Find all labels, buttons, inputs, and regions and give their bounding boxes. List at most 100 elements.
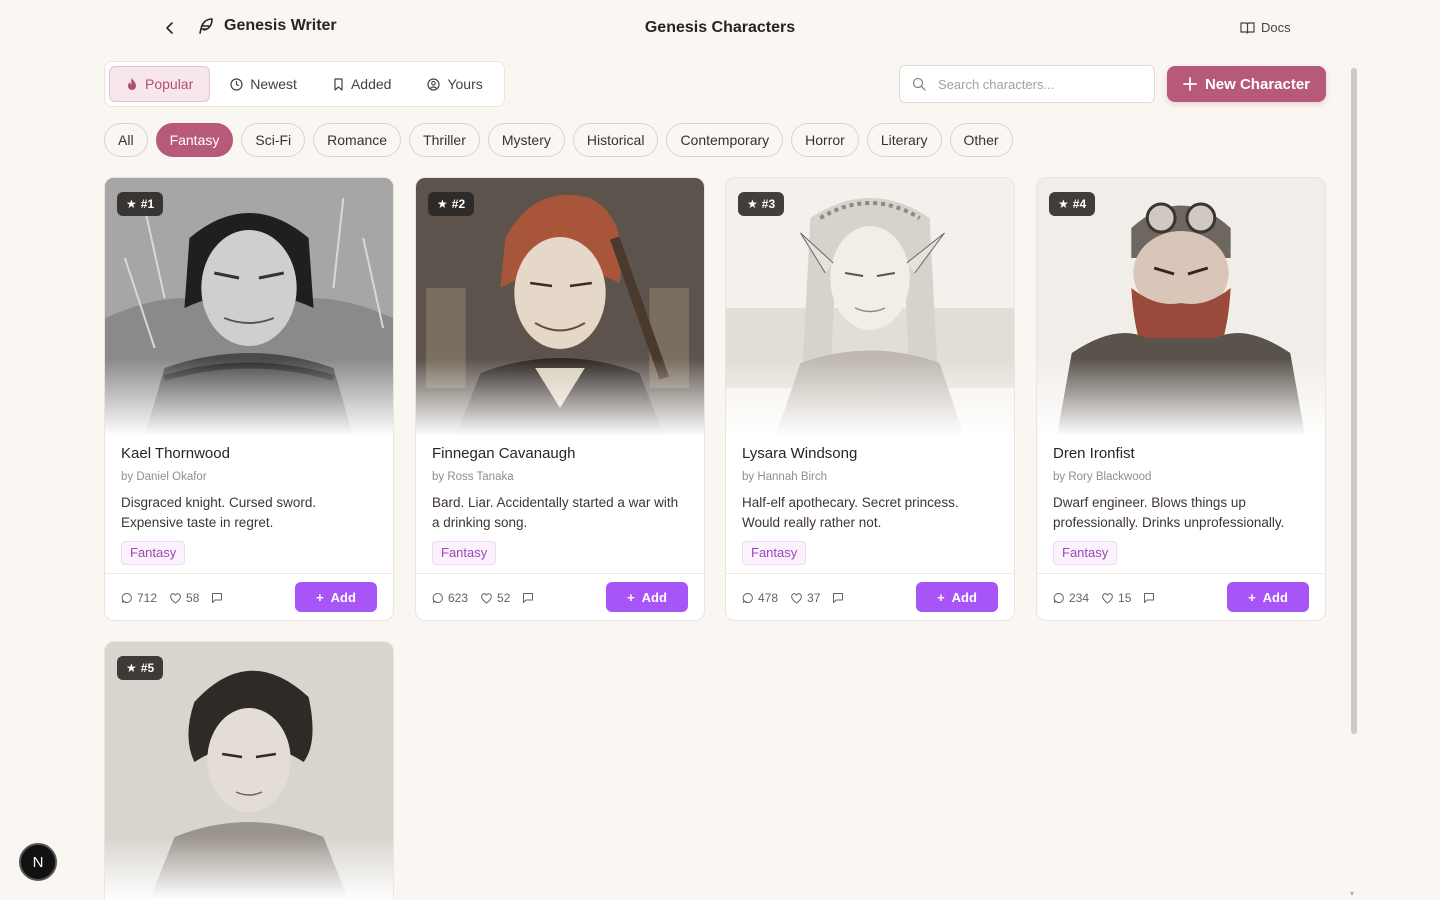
user-circle-icon <box>427 77 441 91</box>
character-card[interactable]: ★ #5 <box>104 641 394 900</box>
tab-popular[interactable]: Popular <box>109 66 211 102</box>
card-body: Dren Ironfist by Rory Blackwood Dwarf en… <box>1037 436 1325 573</box>
next-dev-tools-button[interactable]: N <box>19 843 57 881</box>
plus-icon: + <box>627 589 635 605</box>
search-input[interactable] <box>938 76 1128 92</box>
portrait-image <box>105 642 393 900</box>
rank-badge: ★ #1 <box>117 192 164 216</box>
tab-newest[interactable]: Newest <box>214 66 313 102</box>
comment-count: 234 <box>1053 591 1089 605</box>
character-author: by Rory Blackwood <box>1053 471 1152 483</box>
star-icon: ★ <box>126 197 137 211</box>
docs-label: Docs <box>1261 20 1291 35</box>
add-button[interactable]: + Add <box>606 582 688 612</box>
plus-icon <box>1183 77 1197 91</box>
genre-chip-sci-fi[interactable]: Sci-Fi <box>241 123 306 157</box>
star-icon: ★ <box>126 661 137 675</box>
chat-button[interactable] <box>832 592 844 604</box>
character-portrait: ★ #2 <box>416 178 704 436</box>
search-box[interactable] <box>899 65 1155 103</box>
like-count-label: 37 <box>807 590 821 605</box>
rank-label: #5 <box>140 661 155 675</box>
genre-chip-mystery[interactable]: Mystery <box>487 123 565 157</box>
genre-chip-thriller[interactable]: Thriller <box>409 123 480 157</box>
add-button-label: Add <box>330 589 356 605</box>
docs-link[interactable]: Docs <box>1240 20 1291 35</box>
add-button[interactable]: + Add <box>1227 582 1309 612</box>
tab-yours[interactable]: Yours <box>411 66 498 102</box>
portrait-image <box>1037 178 1325 436</box>
character-card[interactable]: ★ #1 Kael Thornwood by Daniel Okafor Disg… <box>104 177 394 621</box>
like-count[interactable]: 15 <box>1101 591 1131 605</box>
genre-tag: Fantasy <box>432 541 497 565</box>
message-circle-icon <box>1053 592 1064 603</box>
like-count-label: 58 <box>186 590 200 605</box>
card-footer: 712 58 + Add <box>105 573 393 620</box>
comment-count: 623 <box>432 591 468 605</box>
genre-chip-literary[interactable]: Literary <box>866 123 942 157</box>
character-description: Bard. Liar. Accidentally started a war w… <box>432 495 679 530</box>
like-count[interactable]: 52 <box>480 591 510 605</box>
character-name: Dren Ironfist <box>1053 445 1135 462</box>
character-name: Finnegan Cavanaugh <box>432 445 576 462</box>
message-square-icon <box>212 592 223 603</box>
rank-label: #4 <box>1072 197 1087 211</box>
genre-chip-romance[interactable]: Romance <box>313 123 402 157</box>
comment-count-label: 478 <box>758 590 779 605</box>
heart-icon <box>791 592 802 604</box>
brand-name: Genesis Writer <box>224 17 337 34</box>
character-card[interactable]: ★ #3 Lysara Windsong by Hannah Birch Half… <box>725 177 1015 621</box>
genre-chip-fantasy[interactable]: Fantasy <box>155 123 234 157</box>
add-button-label: Add <box>1262 589 1288 605</box>
back-button[interactable] <box>158 16 182 40</box>
comment-count: 712 <box>121 591 157 605</box>
genre-chip-horror[interactable]: Horror <box>791 123 859 157</box>
comment-count-label: 234 <box>1069 590 1090 605</box>
search-icon <box>912 77 926 91</box>
like-count[interactable]: 58 <box>169 591 199 605</box>
brand[interactable]: Genesis Writer <box>196 16 337 36</box>
rank-badge: ★ #5 <box>117 656 164 680</box>
portrait-image <box>105 178 393 436</box>
scroll-down-arrow-icon[interactable]: ▾ <box>1350 889 1354 898</box>
character-author: by Daniel Okafor <box>121 471 207 483</box>
card-footer: 234 15 + Add <box>1037 573 1325 620</box>
rank-badge: ★ #4 <box>1049 192 1096 216</box>
rank-label: #1 <box>140 197 155 211</box>
new-character-button[interactable]: New Character <box>1167 66 1326 102</box>
chat-button[interactable] <box>1143 592 1155 604</box>
chat-button[interactable] <box>522 592 534 604</box>
character-name: Kael Thornwood <box>121 445 230 462</box>
add-button[interactable]: + Add <box>295 582 377 612</box>
message-square-icon <box>523 592 534 603</box>
sort-tabs: Popular Newest Added Yours <box>104 61 505 107</box>
genre-chip-historical[interactable]: Historical <box>572 123 659 157</box>
genre-tag: Fantasy <box>121 541 186 565</box>
character-card[interactable]: ★ #2 Finnegan Cavanaugh by Ross Tanaka Ba… <box>415 177 705 621</box>
character-portrait: ★ #4 <box>1037 178 1325 436</box>
like-count[interactable]: 37 <box>790 591 820 605</box>
tab-newest-label: Newest <box>250 76 297 92</box>
genre-chip-contemporary[interactable]: Contemporary <box>666 123 784 157</box>
chat-button[interactable] <box>211 592 223 604</box>
character-name: Lysara Windsong <box>742 445 858 462</box>
rank-label: #2 <box>451 197 466 211</box>
rank-badge: ★ #3 <box>738 192 785 216</box>
plus-icon: + <box>316 589 324 605</box>
scrollbar-thumb[interactable] <box>1351 68 1357 734</box>
message-square-icon <box>1144 592 1155 603</box>
plus-icon: + <box>937 589 945 605</box>
page-scrollbar[interactable]: ▾ <box>1348 58 1358 900</box>
star-icon: ★ <box>1058 197 1069 211</box>
portrait-image <box>416 178 704 436</box>
genre-chip-all[interactable]: All <box>104 123 148 157</box>
bookmark-icon <box>334 77 343 91</box>
tab-yours-label: Yours <box>447 76 483 92</box>
chevron-left-icon <box>166 22 173 34</box>
add-button[interactable]: + Add <box>916 582 998 612</box>
tab-added[interactable]: Added <box>317 66 407 102</box>
genre-chip-other[interactable]: Other <box>949 123 1013 157</box>
new-character-label: New Character <box>1204 75 1311 93</box>
genre-tag: Fantasy <box>742 541 807 565</box>
character-card[interactable]: ★ #4 Dren Ironfist by Rory Blackwood Dwar… <box>1036 177 1326 621</box>
